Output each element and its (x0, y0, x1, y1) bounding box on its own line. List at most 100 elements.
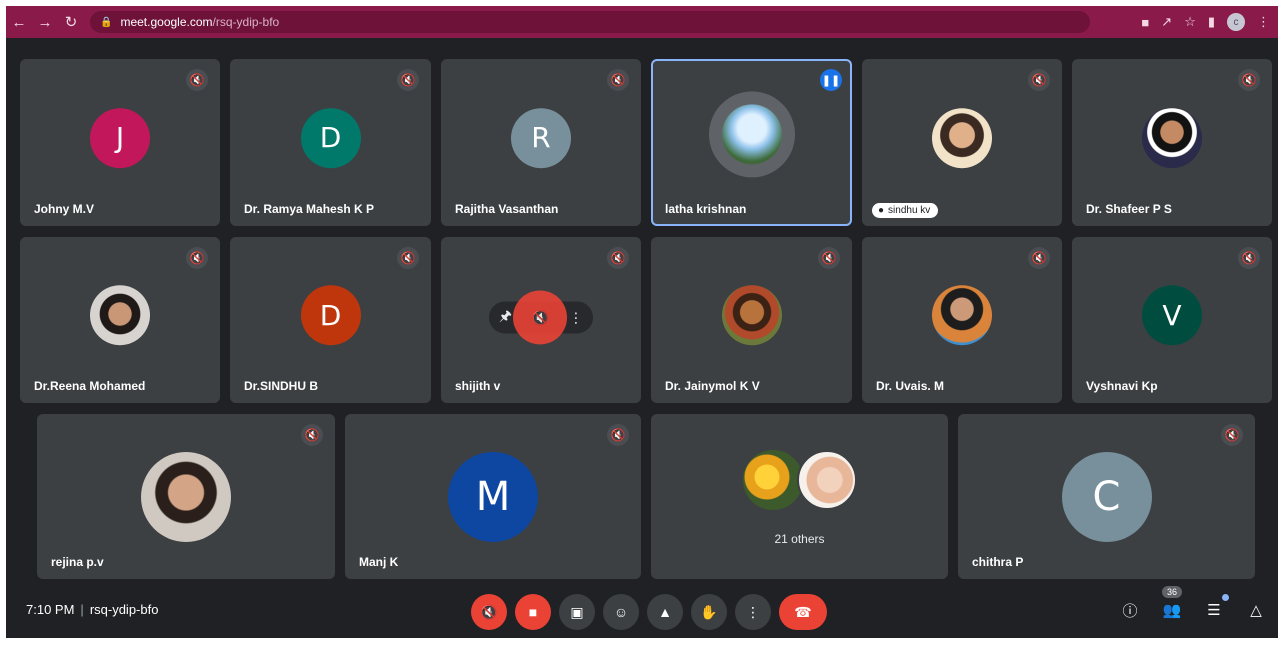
participant-tile-hovered[interactable]: 🔇 🖈 🔇 ⋮ shijith v (441, 237, 641, 403)
mic-off-icon: 🔇 (1028, 247, 1050, 269)
participant-tile-active-speaker[interactable]: ❚❚ latha krishnan (651, 59, 852, 226)
avatar: J (90, 107, 150, 168)
address-bar[interactable]: 🔒 meet.google.com/rsq-ydip-bfo (90, 11, 1090, 33)
meeting-info: 7:10 PM | rsq-ydip-bfo (26, 602, 158, 617)
participant-tile[interactable]: 🔇 D Dr. Ramya Mahesh K P (230, 59, 431, 226)
avatar-photo (796, 450, 857, 510)
mic-off-icon: 🔇 (607, 424, 629, 446)
captions-button[interactable]: ▣ (559, 594, 595, 630)
mic-off-icon: 🔇 (818, 247, 840, 269)
reload-icon[interactable]: ↻ (58, 9, 84, 35)
avatar-photo (932, 285, 992, 346)
participant-tile[interactable]: 🔇 ● sindhu kv (862, 59, 1062, 226)
participant-name: Manj K (359, 555, 399, 569)
mute-participant-icon[interactable]: 🔇 (513, 290, 568, 345)
others-count-label: 21 others (774, 532, 825, 546)
participant-tile[interactable]: 🔇 Dr.Reena Mohamed (20, 237, 220, 403)
side-panel-controls: ⓘ 👥 36 ☰ △ (1118, 586, 1268, 622)
star-icon[interactable]: ☆ (1184, 14, 1196, 30)
meet-control-bar: 7:10 PM | rsq-ydip-bfo 🔇 ■ ▣ ☺ ▲ ✋ ⋮ ☎ ⓘ 👥… (6, 586, 1278, 638)
participant-name: sindhu kv (888, 205, 931, 216)
participant-name: latha krishnan (665, 202, 747, 216)
pin-icon[interactable]: 🖈 (499, 305, 512, 329)
participant-tile[interactable]: 🔇 V Vyshnavi Kp (1072, 237, 1272, 403)
mic-off-icon: 🔇 (1238, 69, 1260, 91)
call-controls: 🔇 ■ ▣ ☺ ▲ ✋ ⋮ ☎ (471, 594, 827, 630)
mic-off-icon: 🔇 (1028, 69, 1050, 91)
mic-off-icon: 🔇 (397, 247, 419, 269)
raise-hand-button[interactable]: ✋ (691, 594, 727, 630)
participant-name: Johny M.V (34, 202, 95, 216)
url-path: /rsq-ydip-bfo (212, 15, 280, 29)
avatar-photo (742, 450, 803, 510)
mic-off-button[interactable]: 🔇 (471, 594, 507, 630)
forward-icon[interactable]: → (32, 9, 58, 35)
activities-icon[interactable]: △ (1244, 598, 1268, 622)
participant-name: Dr.Reena Mohamed (34, 379, 146, 393)
mic-off-icon: 🔇 (186, 69, 208, 91)
participant-name: Dr. Uvais. M (876, 379, 945, 393)
participant-name: shijith v (455, 379, 501, 393)
avatar-photo (932, 107, 992, 168)
profile-avatar[interactable]: c (1227, 13, 1245, 31)
avatar-photo (1142, 107, 1202, 168)
participant-tile[interactable]: 🔇 rejina p.v (37, 414, 335, 579)
presenter-name-pill: ● sindhu kv (872, 203, 939, 218)
browser-actions: ■ ↗ ☆ ▮ c ⋮ (1141, 6, 1270, 38)
participant-name: chithra P (972, 555, 1024, 569)
emoji-reaction-button[interactable]: ☺ (603, 594, 639, 630)
more-options-icon[interactable]: ⋮ (569, 309, 583, 326)
avatar: R (511, 107, 571, 168)
participant-name: rejina p.v (51, 555, 104, 569)
chat-icon[interactable]: ☰ (1202, 594, 1229, 622)
participant-count-badge: 36 (1162, 586, 1183, 598)
avatar: M (448, 451, 538, 542)
browser-toolbar: ← → ↻ 🔒 meet.google.com/rsq-ydip-bfo ■ ↗… (6, 6, 1278, 38)
back-icon[interactable]: ← (6, 9, 32, 35)
menu-icon[interactable]: ⋮ (1257, 14, 1270, 30)
leave-call-button[interactable]: ☎ (779, 594, 827, 630)
participant-name: Dr. Ramya Mahesh K P (244, 202, 375, 216)
mic-off-icon: 🔇 (397, 69, 419, 91)
participant-tile[interactable]: 🔇 R Rajitha Vasanthan (441, 59, 641, 226)
avatar-photo (90, 285, 150, 346)
share-icon[interactable]: ↗ (1161, 14, 1172, 30)
tile-hover-controls: 🖈 🔇 ⋮ (489, 290, 593, 345)
mic-off-icon: 🔇 (607, 247, 629, 269)
sidepanel-icon[interactable]: ▮ (1208, 14, 1215, 30)
participant-tile[interactable]: 🔇 Dr. Jainymol K V (651, 237, 852, 403)
mic-off-icon: 🔇 (1221, 424, 1243, 446)
lock-icon: 🔒 (100, 16, 113, 28)
camera-icon[interactable]: ■ (1141, 15, 1149, 30)
camera-off-button[interactable]: ■ (515, 594, 551, 630)
speaking-indicator-icon: ❚❚ (820, 69, 842, 91)
participant-tile[interactable]: 🔇 C chithra P (958, 414, 1255, 579)
participant-tile[interactable]: 🔇 Dr. Uvais. M (862, 237, 1062, 403)
participant-name: Vyshnavi Kp (1086, 379, 1158, 393)
url-domain: meet.google.com (120, 15, 213, 29)
participant-name: Dr. Shafeer P S (1086, 202, 1172, 216)
people-icon[interactable]: 👥 36 (1160, 586, 1184, 622)
presenting-icon: ● (878, 205, 885, 216)
participant-tile[interactable]: 🔇 D Dr.SINDHU B (230, 237, 431, 403)
mic-off-icon: 🔇 (186, 247, 208, 269)
separator: | (80, 602, 84, 617)
present-screen-button[interactable]: ▲ (647, 594, 683, 630)
participant-tile[interactable]: 🔇 M Manj K (345, 414, 641, 579)
others-tile[interactable]: 21 others (651, 414, 948, 579)
others-avatar-stack (742, 450, 857, 510)
more-options-button[interactable]: ⋮ (735, 594, 771, 630)
meeting-details-icon[interactable]: ⓘ (1118, 598, 1142, 622)
meeting-code: rsq-ydip-bfo (89, 602, 159, 617)
avatar-photo (721, 103, 782, 164)
avatar-ring (708, 90, 795, 177)
avatar: D (300, 107, 361, 168)
mic-off-icon: 🔇 (301, 424, 323, 446)
participant-name: Rajitha Vasanthan (455, 202, 559, 216)
participant-tile[interactable]: 🔇 J Johny M.V (20, 59, 220, 226)
unread-dot (1222, 594, 1229, 601)
participant-tile[interactable]: 🔇 Dr. Shafeer P S (1072, 59, 1272, 226)
mic-off-icon: 🔇 (1238, 247, 1260, 269)
meet-stage: 🔇 J Johny M.V 🔇 D Dr. Ramya Mahesh K P 🔇… (6, 38, 1278, 638)
clock-time: 7:10 PM (26, 602, 75, 617)
